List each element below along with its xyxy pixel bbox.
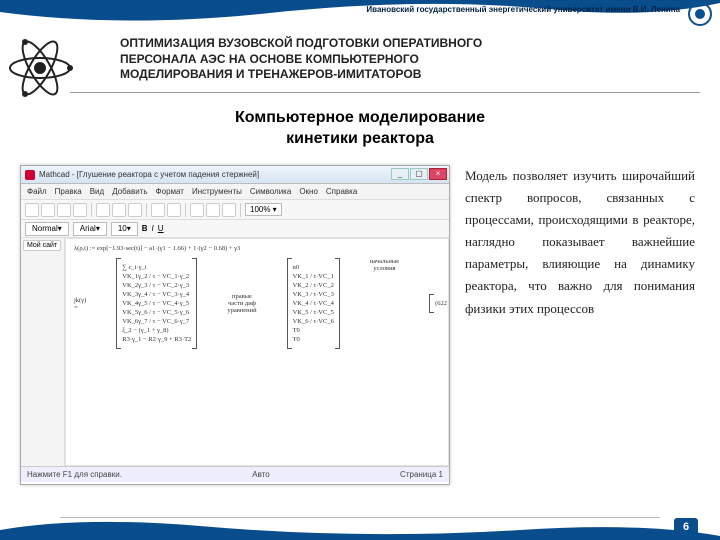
document-area: Мой сайт λ(ρ,t) := exp[−1.93·sec(t)] − a… bbox=[21, 238, 449, 466]
menu-item[interactable]: Инструменты bbox=[192, 187, 242, 196]
corner-logo-icon bbox=[688, 2, 712, 26]
left-vector-label: jk(γ) = bbox=[74, 297, 86, 311]
page-number: 6 bbox=[674, 518, 698, 536]
bold-button[interactable]: B bbox=[142, 224, 148, 233]
size-select[interactable]: 10 ▾ bbox=[111, 222, 138, 236]
menu-item[interactable]: Окно bbox=[299, 187, 318, 196]
style-select[interactable]: Normal ▾ bbox=[25, 222, 69, 236]
print-icon[interactable] bbox=[73, 203, 87, 217]
body-paragraph: Модель позволяет изучить широчайший спек… bbox=[465, 165, 695, 320]
underline-button[interactable]: U bbox=[158, 224, 164, 233]
fx-icon[interactable] bbox=[206, 203, 220, 217]
left-vector: ∑ c_i·γ_i VK_1γ_2 / τ − VC_1·γ_2 VK_2γ_3… bbox=[116, 258, 197, 349]
right-annotation: начальные условия bbox=[370, 258, 399, 272]
mathcad-screenshot: Mathcad - [Глушение реактора с учетом па… bbox=[20, 165, 450, 485]
menu-item[interactable]: Добавить bbox=[112, 187, 147, 196]
window-titlebar: Mathcad - [Глушение реактора с учетом па… bbox=[21, 166, 449, 184]
menu-item[interactable]: Файл bbox=[27, 187, 47, 196]
cut-icon[interactable] bbox=[96, 203, 110, 217]
subtitle-line: кинетики реактора bbox=[0, 129, 720, 150]
open-icon[interactable] bbox=[41, 203, 55, 217]
title-line: ПЕРСОНАЛА АЭС НА ОСНОВЕ КОМПЬЮТЕРНОГО bbox=[120, 52, 670, 68]
menu-item[interactable]: Вид bbox=[90, 187, 104, 196]
calc-icon[interactable] bbox=[190, 203, 204, 217]
subtitle: Компьютерное моделирование кинетики реак… bbox=[0, 108, 720, 150]
maximize-button[interactable]: ▢ bbox=[410, 168, 428, 180]
minimize-button[interactable]: _ bbox=[391, 168, 409, 180]
university-name: Ивановский государственный энергетически… bbox=[366, 5, 680, 14]
mid-vector: n0 VK_1 / τ·VC_1 VK_2 / τ·VC_2 VK_3 / τ·… bbox=[287, 258, 340, 349]
mid-annotation: правые части диф уравнений bbox=[227, 293, 256, 314]
close-button[interactable]: × bbox=[429, 168, 447, 180]
menu-item[interactable]: Формат bbox=[156, 187, 184, 196]
footer: 6 bbox=[0, 514, 720, 540]
equation-header: λ(ρ,t) := exp[−1.93·sec(t)] − a1·(γ1 − 1… bbox=[74, 245, 440, 252]
app-icon bbox=[25, 170, 35, 180]
worksheet[interactable]: λ(ρ,t) := exp[−1.93·sec(t)] − a1·(γ1 − 1… bbox=[65, 238, 449, 466]
menu-item[interactable]: Символика bbox=[250, 187, 291, 196]
subtitle-line: Компьютерное моделирование bbox=[0, 108, 720, 129]
zoom-select[interactable]: 100% ▾ bbox=[245, 203, 282, 216]
status-bar: Нажмите F1 для справки. Авто Страница 1 bbox=[21, 466, 449, 482]
undo-icon[interactable] bbox=[151, 203, 165, 217]
graph-icon[interactable] bbox=[222, 203, 236, 217]
menu-item[interactable]: Правка bbox=[55, 187, 82, 196]
new-icon[interactable] bbox=[25, 203, 39, 217]
side-panel: Мой сайт bbox=[21, 238, 65, 466]
side-tab[interactable]: Мой сайт bbox=[23, 240, 61, 251]
format-bar: Normal ▾ Arial ▾ 10 ▾ B I U bbox=[21, 220, 449, 238]
right-expr: (622 + 275 + T1)/T0 − 1.661 bbox=[429, 294, 449, 313]
menu-bar: Файл Правка Вид Добавить Формат Инструме… bbox=[21, 184, 449, 200]
save-icon[interactable] bbox=[57, 203, 71, 217]
font-select[interactable]: Arial ▾ bbox=[73, 222, 107, 236]
toolbar: 100% ▾ bbox=[21, 200, 449, 220]
status-help: Нажмите F1 для справки. bbox=[27, 470, 122, 479]
menu-item[interactable]: Справка bbox=[326, 187, 357, 196]
atom-logo-icon bbox=[0, 28, 80, 108]
copy-icon[interactable] bbox=[112, 203, 126, 217]
title-line: МОДЕЛИРОВАНИЯ И ТРЕНАЖЕРОВ-ИМИТАТОРОВ bbox=[120, 67, 670, 83]
title-line: ОПТИМИЗАЦИЯ ВУЗОВСКОЙ ПОДГОТОВКИ ОПЕРАТИ… bbox=[120, 36, 670, 52]
slide-title: ОПТИМИЗАЦИЯ ВУЗОВСКОЙ ПОДГОТОВКИ ОПЕРАТИ… bbox=[120, 36, 670, 83]
top-banner: Ивановский государственный энергетически… bbox=[0, 0, 720, 30]
window-title: Mathcad - [Глушение реактора с учетом па… bbox=[39, 170, 259, 179]
italic-button[interactable]: I bbox=[152, 224, 154, 233]
title-underline bbox=[70, 92, 700, 93]
status-page: Страница 1 bbox=[400, 470, 443, 479]
redo-icon[interactable] bbox=[167, 203, 181, 217]
paste-icon[interactable] bbox=[128, 203, 142, 217]
status-mode: Авто bbox=[252, 470, 269, 479]
